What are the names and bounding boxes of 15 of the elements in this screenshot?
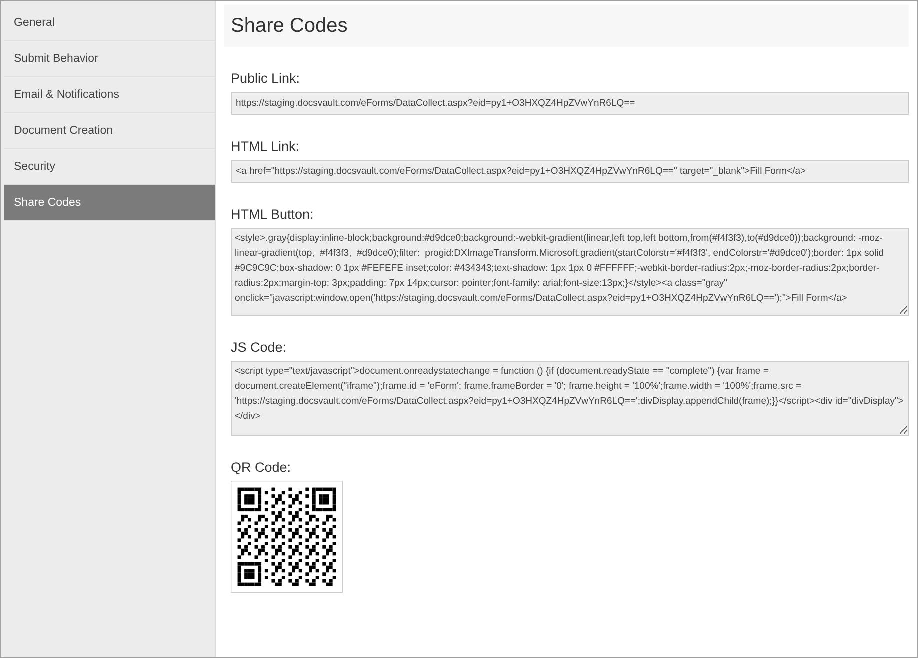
sidebar-item[interactable]: Submit Behavior: [4, 41, 215, 77]
code-field[interactable]: <a href="https://staging.docsvault.com/eForms/DataCollect.aspx?eid=py1+O3HXQZ4HpZVwYnR6LQ==" target="_blank">Fill Form</a>: [231, 160, 909, 183]
code-field[interactable]: https://staging.docsvault.com/eForms/DataCollect.aspx?eid=py1+O3HXQZ4HpZVwYnR6LQ==: [231, 92, 909, 115]
code-textarea[interactable]: <script type="text/javascript">document.onreadystatechange = function () {if (document.readyState == "complete") {var frame = document.createElement("iframe");frame.id = 'eForm'; frame.frameBorder = '0'; frame.height = '100%';frame.width = '100%';frame.src = 'https://staging.docsvault.com/eForms/DataCollect.aspx?eid=py1+O3HXQZ4HpZVwYnR6LQ==';divDisplay.appendChild(frame);}}</script><div id="divDisplay"></div>: [231, 361, 909, 436]
sidebar-item[interactable]: Document Creation: [4, 113, 215, 149]
sidebar-item[interactable]: Share Codes: [4, 185, 215, 221]
field-label: QR Code:: [231, 460, 292, 475]
field-label: HTML Button:: [231, 207, 315, 222]
sidebar-item[interactable]: Email & Notifications: [4, 77, 215, 113]
field-label: HTML Link:: [231, 139, 301, 154]
field-label: Public Link:: [231, 71, 302, 86]
page-title: Share Codes: [231, 14, 348, 38]
sidebar-item[interactable]: General: [4, 5, 215, 41]
code-textarea[interactable]: <style>.gray{display:inline-block;background:#d9dce0;background:-webkit-gradient(linear,left top,left bottom,from(#f4f3f3),to(#d9dce0));background: -moz-linear-gradient(top, #f4f3f3, #d9dce0);filter: progid:DXImageTransform.Microsoft.gradient(startColorstr='#f4f3f3', endColorstr='#d9dce0');border: 1px solid #9C9C9C;box-shadow: 0 1px #FEFEFE inset;color: #434343;text-shadow: 1px 1px 0 #FFFFFF;-webkit-border-radius:2px;-moz-border-radius:2px;border-radius:2px;margin-top: 3px;padding: 7px 14px;cursor: pointer;font-family: arial;font-size:13px;}</style><a class="gray" onclick="javascript:window.open('https://staging.docsvault.com/eForms/DataCollect.aspx?eid=py1+O3HXQZ4HpZVwYnR6LQ==');">Fill Form</a>: [231, 228, 909, 316]
field-label: JS Code:: [231, 340, 288, 355]
